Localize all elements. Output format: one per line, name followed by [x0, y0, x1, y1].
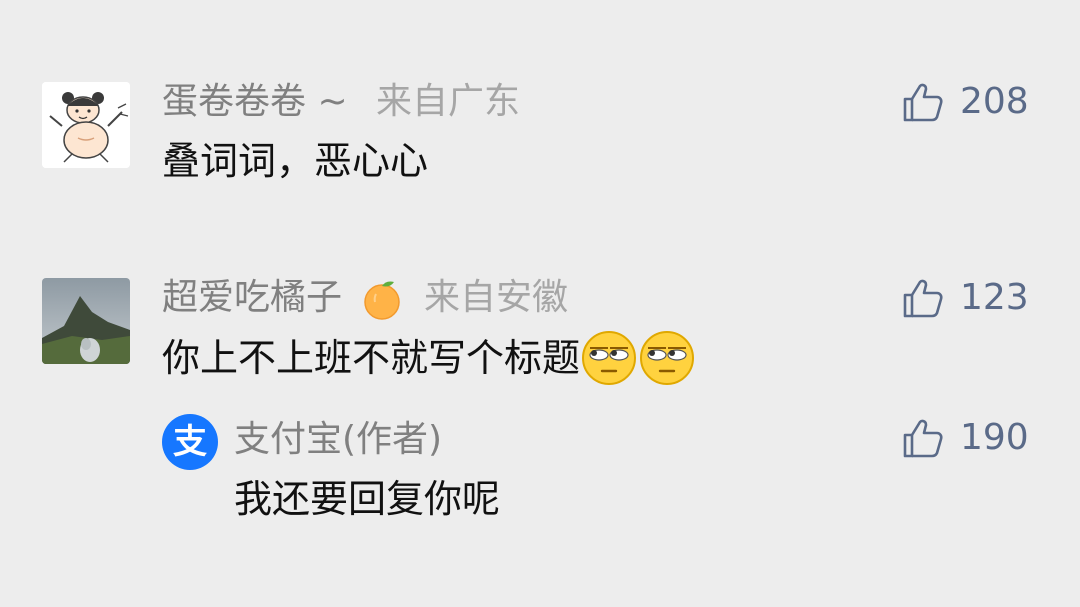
reply-nickname[interactable]: 支付宝(作者): [234, 418, 442, 462]
comment-nickname[interactable]: 超爱吃橘子: [162, 276, 342, 320]
avatar[interactable]: [42, 278, 130, 364]
like-count: 123: [960, 277, 1029, 318]
like-button[interactable]: 123: [902, 276, 1029, 320]
comment-location: 来自安徽: [424, 277, 569, 318]
tangerine-emoji-icon: [364, 281, 400, 320]
thumbs-up-icon: [903, 419, 943, 458]
thumbs-up-icon: [903, 279, 943, 318]
comment-item: 超爱吃橘子 来自安徽 你上不上班不就写个标题 123 支 支付宝(作者) 我还要…: [0, 0, 1080, 521]
eye-roll-emoji-icon: [640, 331, 695, 385]
like-count: 190: [960, 417, 1029, 458]
comment-text-row: 你上不上班不就写个标题: [162, 330, 696, 386]
comment-text: 你上不上班不就写个标题: [162, 336, 581, 380]
reply-text: 我还要回复你呢: [234, 477, 501, 521]
avatar[interactable]: 支: [162, 414, 218, 470]
alipay-logo-icon: 支: [173, 422, 207, 462]
like-button[interactable]: 190: [902, 416, 1029, 460]
eye-roll-emoji-icon: [582, 331, 637, 385]
mountain-photo-avatar-icon: [42, 278, 130, 364]
